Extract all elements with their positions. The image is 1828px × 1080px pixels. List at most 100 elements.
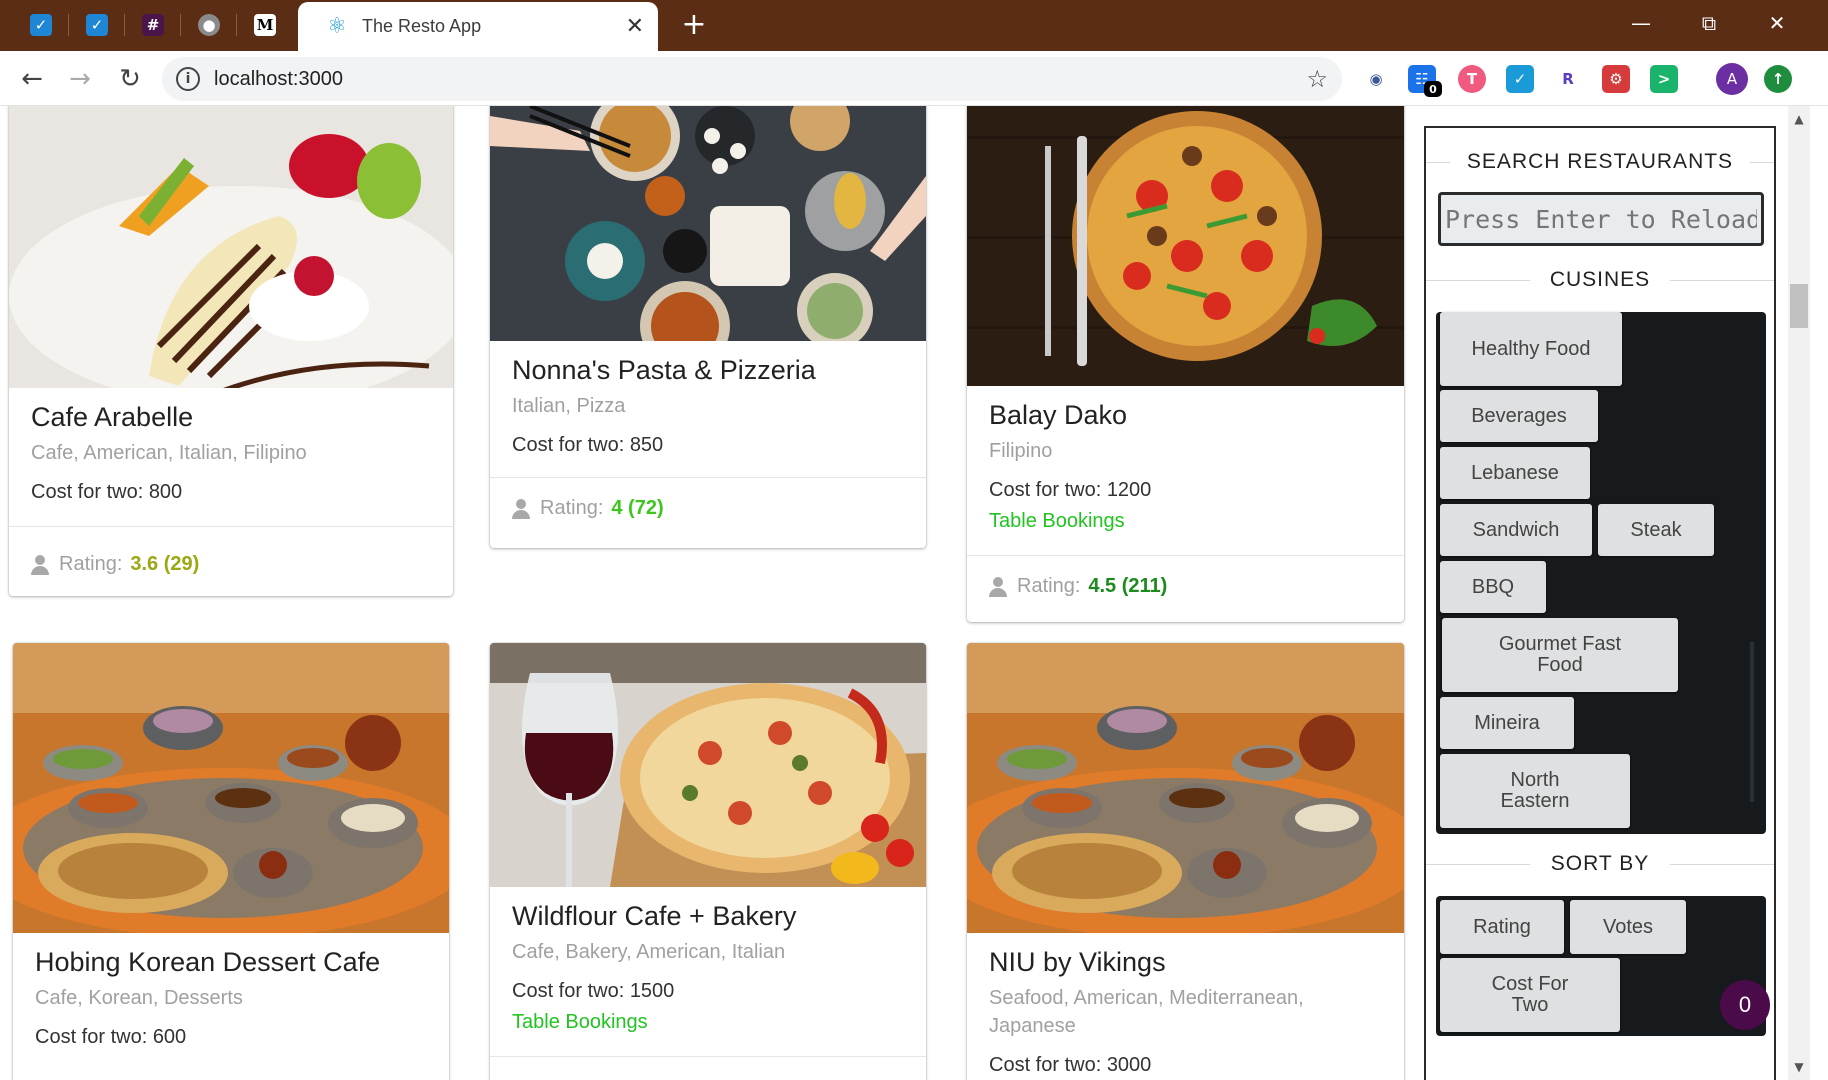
close-tab-icon[interactable]: ✕ xyxy=(626,14,644,39)
pinned-tab-azure-devops[interactable]: ✓ xyxy=(22,8,60,42)
table-bookings-label: Table Bookings xyxy=(989,510,1125,532)
tab-separator xyxy=(236,14,237,36)
pinned-tab-web[interactable]: ● xyxy=(190,8,228,42)
bookmark-star-icon[interactable]: ☆ xyxy=(1306,65,1328,93)
user-icon xyxy=(512,498,530,519)
cuisine-chip[interactable]: Healthy Food xyxy=(1440,312,1622,386)
azure-devops-icon: ✓ xyxy=(86,14,108,36)
tab-separator xyxy=(124,14,125,36)
scroll-up-icon[interactable]: ▲ xyxy=(1793,112,1805,126)
extension-icon[interactable]: ◉ xyxy=(1362,65,1390,93)
page-viewport: Cafe Arabelle Cafe, American, Italian, F… xyxy=(0,106,1828,1080)
divider xyxy=(1670,864,1774,865)
restaurant-cuisines: Cafe, Korean, Desserts xyxy=(35,987,243,1009)
pinned-tab-azure-devops-2[interactable]: ✓ xyxy=(78,8,116,42)
table-bookings-label: Table Bookings xyxy=(512,1011,648,1033)
extension-icon[interactable]: ✓ xyxy=(1506,65,1534,93)
restaurant-cuisines: Seafood, American, Mediterranean, Japane… xyxy=(989,987,1304,1037)
restaurant-cuisines: Filipino xyxy=(989,440,1053,462)
restore-button[interactable]: ⧉ xyxy=(1686,6,1732,40)
restaurant-cost: Cost for two: 800 xyxy=(31,481,183,503)
rating-footer: Rating: 4.5 (211) xyxy=(967,555,1404,617)
divider xyxy=(1426,864,1530,865)
rating-footer: Rating: 4 (72) xyxy=(490,477,926,539)
restaurant-cost: Cost for two: 3000 xyxy=(989,1054,1152,1076)
active-tab[interactable]: ⚛ The Resto App ✕ xyxy=(298,2,658,51)
rating-value: 4 (72) xyxy=(611,497,664,519)
pinned-tab-medium[interactable]: M xyxy=(246,8,284,42)
update-icon[interactable]: ↑ xyxy=(1764,65,1792,93)
cuisine-chip[interactable]: Lebanese xyxy=(1440,447,1590,499)
restaurant-photo xyxy=(967,643,1404,933)
new-tab-button[interactable]: + xyxy=(676,8,712,44)
cuisine-chip[interactable]: Beverages xyxy=(1440,390,1598,442)
azure-devops-icon: ✓ xyxy=(30,14,52,36)
search-heading-text: SEARCH RESTAURANTS xyxy=(1466,150,1734,173)
divider xyxy=(1670,280,1774,281)
close-window-button[interactable]: ✕ xyxy=(1754,6,1800,40)
cuisines-heading-text: CUSINES xyxy=(1549,268,1651,291)
scroll-down-icon[interactable]: ▼ xyxy=(1793,1060,1805,1074)
reload-button[interactable]: ↻ xyxy=(112,61,148,97)
extension-icon[interactable]: ⚙ xyxy=(1602,65,1630,93)
restaurant-name: Balay Dako xyxy=(989,400,1128,430)
extension-badge: 0 xyxy=(1424,81,1442,97)
restaurant-name: NIU by Vikings xyxy=(989,947,1166,977)
rating-footer xyxy=(490,1056,926,1080)
restaurant-cost: Cost for two: 600 xyxy=(35,1026,187,1048)
cuisine-chip[interactable]: BBQ xyxy=(1440,561,1546,613)
forward-button[interactable]: → xyxy=(62,61,98,97)
cuisine-chip[interactable]: Mineira xyxy=(1440,697,1574,749)
address-bar[interactable]: i localhost:3000 ☆ xyxy=(162,57,1342,101)
restaurant-cost: Cost for two: 850 xyxy=(512,434,664,456)
cuisine-chip[interactable]: North Eastern xyxy=(1440,754,1630,828)
tab-separator xyxy=(180,14,181,36)
tab-title: The Resto App xyxy=(362,16,482,36)
pinned-tab-slack[interactable]: # xyxy=(134,8,172,42)
cuisine-chip[interactable]: Sandwich xyxy=(1440,504,1592,556)
restaurant-card[interactable]: Cafe Arabelle Cafe, American, Italian, F… xyxy=(9,106,453,596)
cuisine-chip[interactable]: Steak xyxy=(1598,504,1714,556)
extension-icon[interactable]: > xyxy=(1650,65,1678,93)
restaurant-card[interactable]: NIU by Vikings Seafood, American, Medite… xyxy=(967,643,1404,1080)
site-info-icon[interactable]: i xyxy=(176,67,200,91)
restaurant-name: Cafe Arabelle xyxy=(31,402,194,432)
extension-icon[interactable]: R xyxy=(1554,65,1582,93)
rating-label: Rating: xyxy=(1017,575,1081,597)
restaurant-name: Wildflour Cafe + Bakery xyxy=(512,901,797,931)
restaurant-photo xyxy=(9,106,453,388)
profile-avatar[interactable]: A xyxy=(1716,63,1748,95)
restaurant-card[interactable]: Nonna's Pasta & Pizzeria Italian, Pizza … xyxy=(490,106,926,548)
cuisine-chip[interactable]: Gourmet Fast Food xyxy=(1442,618,1678,692)
sort-chip[interactable]: Cost For Two xyxy=(1440,958,1620,1032)
restaurant-card[interactable]: Wildflour Cafe + Bakery Cafe, Bakery, Am… xyxy=(490,643,926,1080)
back-button[interactable]: ← xyxy=(14,61,50,97)
scrollbar-thumb[interactable] xyxy=(1790,284,1808,328)
cuisines-heading: CUSINES xyxy=(1426,268,1774,292)
url-text: localhost:3000 xyxy=(214,67,343,90)
restaurant-name: Nonna's Pasta & Pizzeria xyxy=(512,355,816,385)
user-icon xyxy=(989,576,1007,597)
extension-icon[interactable]: T xyxy=(1458,65,1486,93)
slack-icon: # xyxy=(142,14,164,36)
restaurant-card[interactable]: Hobing Korean Dessert Cafe Cafe, Korean,… xyxy=(13,643,449,1080)
restaurant-cuisines: Cafe, American, Italian, Filipino xyxy=(31,442,307,464)
sort-chip-panel: Rating Votes Cost For Two xyxy=(1436,896,1766,1036)
react-icon: ⚛ xyxy=(327,13,347,39)
rating-label: Rating: xyxy=(59,553,123,575)
globe-icon: ● xyxy=(198,14,220,36)
cart-count-badge[interactable]: 0 xyxy=(1720,980,1770,1030)
sort-chip[interactable]: Votes xyxy=(1570,900,1686,954)
page-scrollbar[interactable]: ▲ ▼ xyxy=(1788,106,1810,1080)
restaurant-photo xyxy=(13,643,449,933)
divider xyxy=(1426,162,1450,163)
search-heading: SEARCH RESTAURANTS xyxy=(1426,150,1774,174)
search-input[interactable] xyxy=(1438,192,1764,246)
sort-chip[interactable]: Rating xyxy=(1440,900,1564,954)
restaurant-cost: Cost for two: 1500 xyxy=(512,980,675,1002)
minimize-button[interactable]: — xyxy=(1618,6,1664,40)
restaurant-card[interactable]: Balay Dako Filipino Cost for two: 1200 T… xyxy=(967,106,1404,622)
divider xyxy=(1426,280,1530,281)
restaurant-photo xyxy=(967,106,1404,386)
panel-scrollbar[interactable] xyxy=(1750,642,1754,802)
